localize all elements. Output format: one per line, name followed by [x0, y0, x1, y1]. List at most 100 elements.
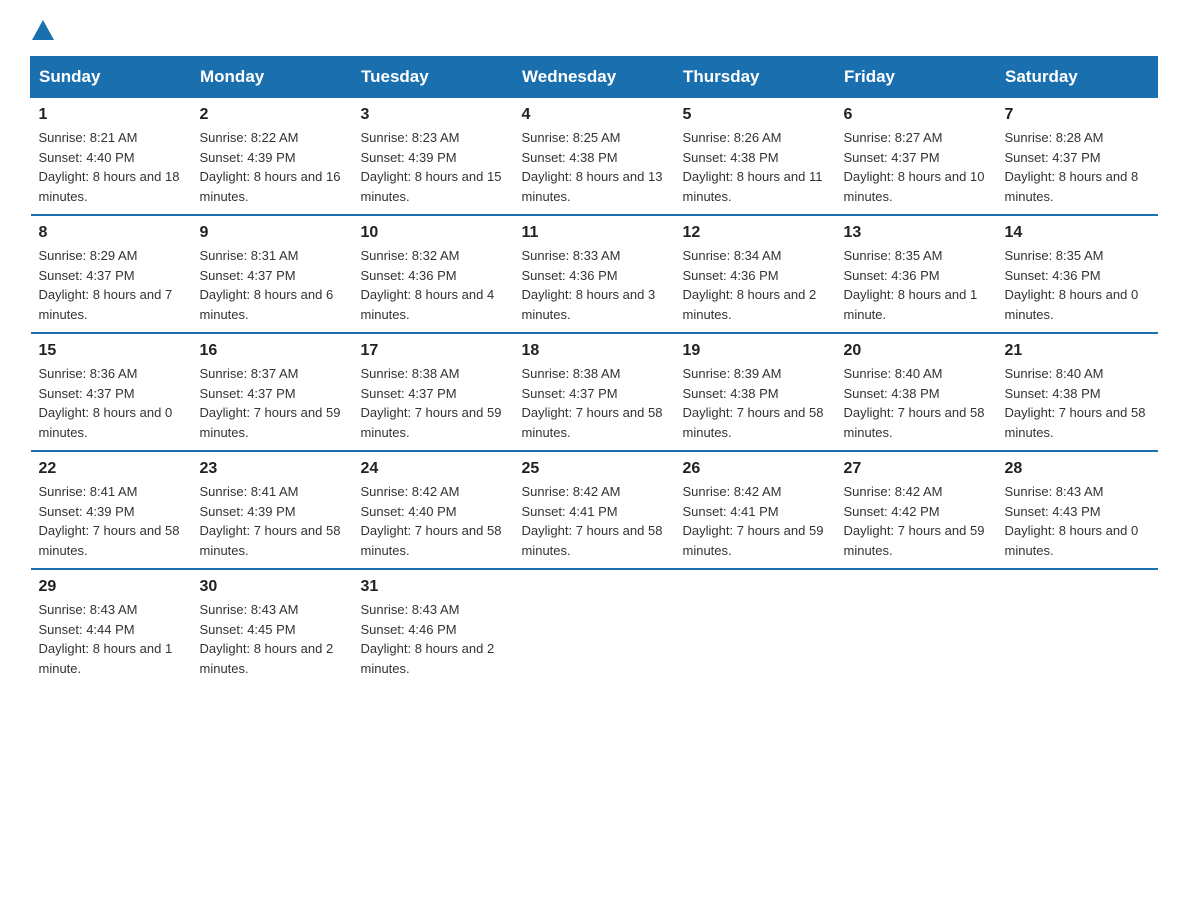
day-number: 11 [522, 224, 667, 242]
calendar-day [675, 569, 836, 686]
day-number: 31 [361, 578, 506, 596]
calendar-day: 27 Sunrise: 8:42 AMSunset: 4:42 PMDaylig… [836, 451, 997, 569]
day-info: Sunrise: 8:43 AMSunset: 4:43 PMDaylight:… [1005, 484, 1139, 558]
day-number: 21 [1005, 342, 1150, 360]
day-header-friday: Friday [836, 57, 997, 98]
day-info: Sunrise: 8:25 AMSunset: 4:38 PMDaylight:… [522, 130, 663, 204]
calendar-day: 1 Sunrise: 8:21 AMSunset: 4:40 PMDayligh… [31, 98, 192, 216]
day-info: Sunrise: 8:38 AMSunset: 4:37 PMDaylight:… [361, 366, 502, 440]
logo [30, 20, 54, 40]
calendar-day: 3 Sunrise: 8:23 AMSunset: 4:39 PMDayligh… [353, 98, 514, 216]
logo-triangle-icon [32, 20, 54, 40]
day-header-monday: Monday [192, 57, 353, 98]
calendar-day: 23 Sunrise: 8:41 AMSunset: 4:39 PMDaylig… [192, 451, 353, 569]
day-info: Sunrise: 8:31 AMSunset: 4:37 PMDaylight:… [200, 248, 334, 322]
calendar-day [514, 569, 675, 686]
day-info: Sunrise: 8:28 AMSunset: 4:37 PMDaylight:… [1005, 130, 1139, 204]
day-number: 2 [200, 106, 345, 124]
calendar-day: 2 Sunrise: 8:22 AMSunset: 4:39 PMDayligh… [192, 98, 353, 216]
day-header-saturday: Saturday [997, 57, 1158, 98]
day-number: 22 [39, 460, 184, 478]
day-number: 9 [200, 224, 345, 242]
calendar-week-2: 8 Sunrise: 8:29 AMSunset: 4:37 PMDayligh… [31, 215, 1158, 333]
day-info: Sunrise: 8:38 AMSunset: 4:37 PMDaylight:… [522, 366, 663, 440]
calendar-day: 5 Sunrise: 8:26 AMSunset: 4:38 PMDayligh… [675, 98, 836, 216]
calendar-day: 16 Sunrise: 8:37 AMSunset: 4:37 PMDaylig… [192, 333, 353, 451]
day-number: 24 [361, 460, 506, 478]
day-number: 30 [200, 578, 345, 596]
day-number: 18 [522, 342, 667, 360]
calendar-day: 10 Sunrise: 8:32 AMSunset: 4:36 PMDaylig… [353, 215, 514, 333]
day-info: Sunrise: 8:42 AMSunset: 4:42 PMDaylight:… [844, 484, 985, 558]
day-info: Sunrise: 8:35 AMSunset: 4:36 PMDaylight:… [1005, 248, 1139, 322]
calendar-day: 15 Sunrise: 8:36 AMSunset: 4:37 PMDaylig… [31, 333, 192, 451]
day-info: Sunrise: 8:41 AMSunset: 4:39 PMDaylight:… [200, 484, 341, 558]
calendar-day: 18 Sunrise: 8:38 AMSunset: 4:37 PMDaylig… [514, 333, 675, 451]
calendar-day: 20 Sunrise: 8:40 AMSunset: 4:38 PMDaylig… [836, 333, 997, 451]
calendar-day: 19 Sunrise: 8:39 AMSunset: 4:38 PMDaylig… [675, 333, 836, 451]
day-info: Sunrise: 8:27 AMSunset: 4:37 PMDaylight:… [844, 130, 985, 204]
day-number: 6 [844, 106, 989, 124]
day-header-sunday: Sunday [31, 57, 192, 98]
calendar-day: 12 Sunrise: 8:34 AMSunset: 4:36 PMDaylig… [675, 215, 836, 333]
day-info: Sunrise: 8:26 AMSunset: 4:38 PMDaylight:… [683, 130, 823, 204]
calendar-day: 9 Sunrise: 8:31 AMSunset: 4:37 PMDayligh… [192, 215, 353, 333]
calendar-body: 1 Sunrise: 8:21 AMSunset: 4:40 PMDayligh… [31, 98, 1158, 687]
day-info: Sunrise: 8:43 AMSunset: 4:46 PMDaylight:… [361, 602, 495, 676]
calendar-day: 29 Sunrise: 8:43 AMSunset: 4:44 PMDaylig… [31, 569, 192, 686]
day-info: Sunrise: 8:23 AMSunset: 4:39 PMDaylight:… [361, 130, 502, 204]
day-number: 29 [39, 578, 184, 596]
day-number: 8 [39, 224, 184, 242]
day-number: 17 [361, 342, 506, 360]
calendar-day [836, 569, 997, 686]
calendar-day: 22 Sunrise: 8:41 AMSunset: 4:39 PMDaylig… [31, 451, 192, 569]
day-info: Sunrise: 8:40 AMSunset: 4:38 PMDaylight:… [1005, 366, 1146, 440]
day-info: Sunrise: 8:39 AMSunset: 4:38 PMDaylight:… [683, 366, 824, 440]
day-info: Sunrise: 8:34 AMSunset: 4:36 PMDaylight:… [683, 248, 817, 322]
calendar-day: 17 Sunrise: 8:38 AMSunset: 4:37 PMDaylig… [353, 333, 514, 451]
day-number: 12 [683, 224, 828, 242]
day-number: 4 [522, 106, 667, 124]
calendar-day: 6 Sunrise: 8:27 AMSunset: 4:37 PMDayligh… [836, 98, 997, 216]
day-info: Sunrise: 8:21 AMSunset: 4:40 PMDaylight:… [39, 130, 180, 204]
calendar-day: 24 Sunrise: 8:42 AMSunset: 4:40 PMDaylig… [353, 451, 514, 569]
calendar-day: 14 Sunrise: 8:35 AMSunset: 4:36 PMDaylig… [997, 215, 1158, 333]
calendar-week-4: 22 Sunrise: 8:41 AMSunset: 4:39 PMDaylig… [31, 451, 1158, 569]
day-number: 20 [844, 342, 989, 360]
calendar-day: 8 Sunrise: 8:29 AMSunset: 4:37 PMDayligh… [31, 215, 192, 333]
calendar-week-1: 1 Sunrise: 8:21 AMSunset: 4:40 PMDayligh… [31, 98, 1158, 216]
day-number: 16 [200, 342, 345, 360]
calendar-day: 11 Sunrise: 8:33 AMSunset: 4:36 PMDaylig… [514, 215, 675, 333]
day-header-tuesday: Tuesday [353, 57, 514, 98]
day-number: 10 [361, 224, 506, 242]
day-number: 27 [844, 460, 989, 478]
calendar-day: 25 Sunrise: 8:42 AMSunset: 4:41 PMDaylig… [514, 451, 675, 569]
day-number: 26 [683, 460, 828, 478]
calendar-day: 31 Sunrise: 8:43 AMSunset: 4:46 PMDaylig… [353, 569, 514, 686]
day-header-thursday: Thursday [675, 57, 836, 98]
header [30, 20, 1158, 40]
logo-blue-part [32, 20, 54, 40]
calendar-day: 4 Sunrise: 8:25 AMSunset: 4:38 PMDayligh… [514, 98, 675, 216]
day-number: 3 [361, 106, 506, 124]
calendar-day: 13 Sunrise: 8:35 AMSunset: 4:36 PMDaylig… [836, 215, 997, 333]
day-number: 5 [683, 106, 828, 124]
day-info: Sunrise: 8:43 AMSunset: 4:45 PMDaylight:… [200, 602, 334, 676]
day-header-row: SundayMondayTuesdayWednesdayThursdayFrid… [31, 57, 1158, 98]
day-header-wednesday: Wednesday [514, 57, 675, 98]
day-number: 1 [39, 106, 184, 124]
day-number: 14 [1005, 224, 1150, 242]
day-number: 23 [200, 460, 345, 478]
calendar-week-5: 29 Sunrise: 8:43 AMSunset: 4:44 PMDaylig… [31, 569, 1158, 686]
day-info: Sunrise: 8:37 AMSunset: 4:37 PMDaylight:… [200, 366, 341, 440]
day-number: 13 [844, 224, 989, 242]
calendar-day: 26 Sunrise: 8:42 AMSunset: 4:41 PMDaylig… [675, 451, 836, 569]
day-number: 15 [39, 342, 184, 360]
calendar-week-3: 15 Sunrise: 8:36 AMSunset: 4:37 PMDaylig… [31, 333, 1158, 451]
day-info: Sunrise: 8:33 AMSunset: 4:36 PMDaylight:… [522, 248, 656, 322]
day-info: Sunrise: 8:36 AMSunset: 4:37 PMDaylight:… [39, 366, 173, 440]
day-info: Sunrise: 8:32 AMSunset: 4:36 PMDaylight:… [361, 248, 495, 322]
calendar-day [997, 569, 1158, 686]
calendar-day: 30 Sunrise: 8:43 AMSunset: 4:45 PMDaylig… [192, 569, 353, 686]
calendar-header: SundayMondayTuesdayWednesdayThursdayFrid… [31, 57, 1158, 98]
